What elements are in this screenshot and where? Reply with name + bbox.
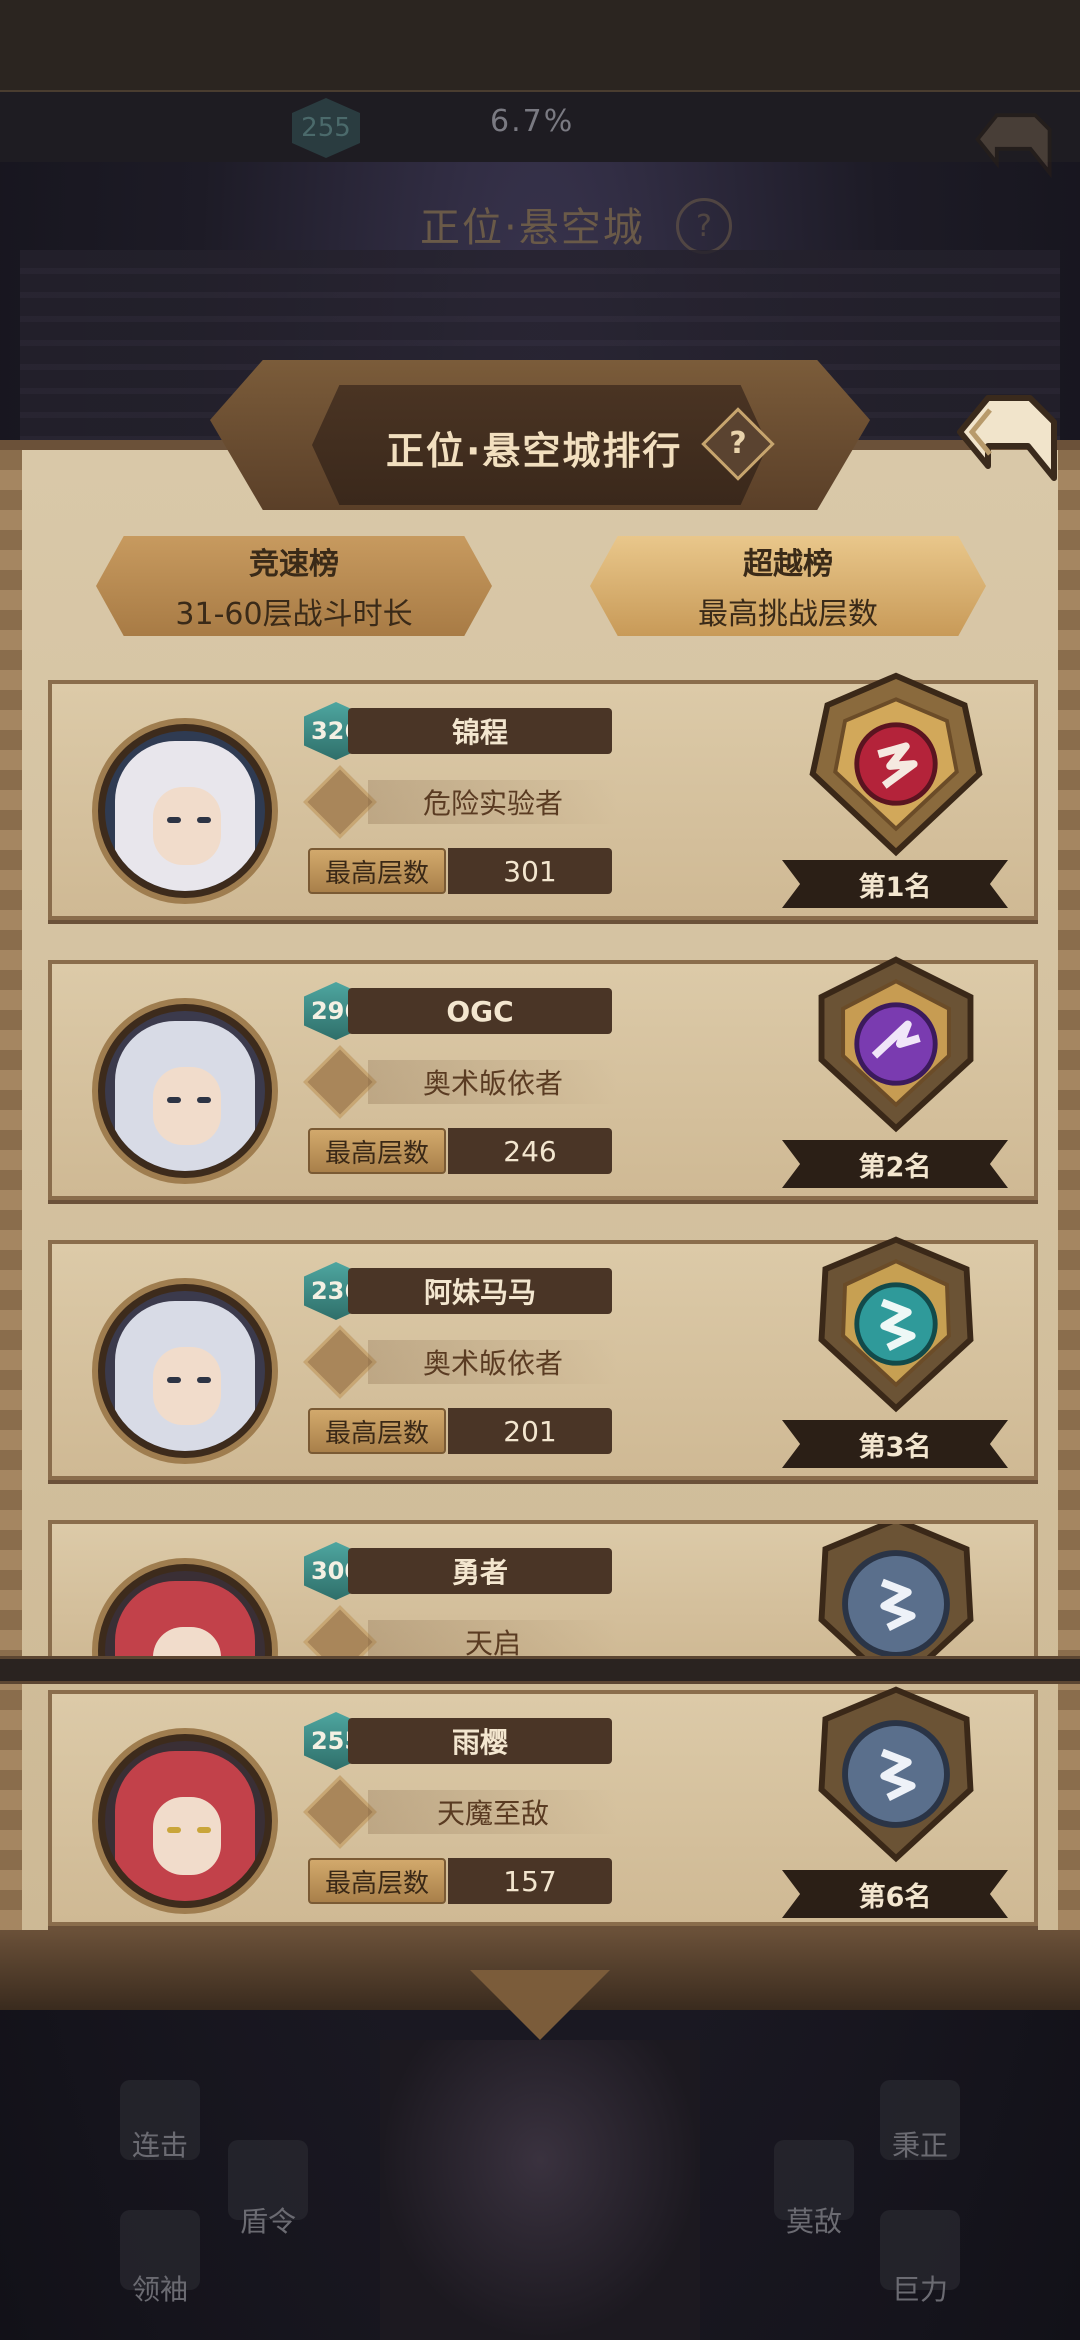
player-title: 天魔至敌 [368,1790,618,1834]
title-emblem-icon [303,1045,377,1119]
avatar [105,1741,265,1901]
player-title: 奥术皈依者 [368,1060,618,1104]
avatar [105,731,265,891]
player-name: OGC [348,988,612,1034]
self-rank-row[interactable]: 255 雨樱 天魔至敌 最高层数 157 第6名 [48,1686,1038,1926]
hero-silhouette [380,2040,700,2340]
tab-speed-rank-subtitle: 31-60层战斗时长 [175,597,413,632]
player-name: 阿妹马马 [348,1268,612,1314]
rank-row-1[interactable]: 326 锦程 危险实验者 最高层数 301 第1名 [48,672,1038,920]
avatar-face [153,1797,221,1875]
player-title: 奥术皈依者 [368,1340,618,1384]
stat-label: 最高层数 [308,1408,446,1454]
avatar-face [153,1347,221,1425]
avatar-eye [197,1097,211,1103]
player-name: 雨樱 [348,1718,612,1764]
rank-label: 第2名 [782,1140,1008,1188]
player-title: 危险实验者 [368,780,618,824]
rank-crest-icon [818,1686,974,1863]
back-button[interactable] [950,380,1070,500]
stat-label: 最高层数 [308,1128,446,1174]
title-emblem-icon [303,765,377,839]
stat-value: 246 [448,1128,612,1174]
player-name: 勇者 [348,1548,612,1594]
rank-crest-icon [809,672,983,857]
rank-crest-icon [818,1524,974,1660]
help-icon: ? [729,426,747,461]
player-name: 锦程 [348,708,612,754]
stat-label: 最高层数 [308,848,446,894]
avatar [105,1571,265,1660]
avatar-face [153,787,221,865]
stat-value: 157 [448,1858,612,1904]
skill-label: 秉正 [892,2129,949,2162]
progress-text: 6.7% [490,104,575,139]
avatar [105,1011,265,1171]
background-back-icon [975,113,1052,179]
stat-value: 201 [448,1408,612,1454]
skill-label: 盾令 [240,2205,297,2238]
panel-title: 正位·悬空城排行 [386,429,683,473]
title-emblem-icon [303,1775,377,1849]
avatar-eye [167,1827,181,1833]
tab-surpass-rank-subtitle: 最高挑战层数 [698,597,878,632]
avatar [105,1291,265,1451]
rank-row-4[interactable]: 300 勇者 天启 [48,1520,1038,1660]
tab-surpass-rank[interactable]: 超越榜 最高挑战层数 [590,536,986,636]
rank-label: 第3名 [782,1420,1008,1468]
rank-label: 第6名 [782,1870,1008,1918]
avatar-frame [92,998,278,1184]
rank-label: 第1名 [782,860,1008,908]
background-help-icon: ? [676,198,732,254]
top-bar [0,0,1080,92]
stat-value: 301 [448,848,612,894]
tab-speed-rank[interactable]: 竞速榜 31-60层战斗时长 [96,536,492,636]
avatar-eye [167,817,181,823]
avatar-eye [197,1827,211,1833]
rank-crest-icon [818,1236,974,1413]
avatar-frame [92,1728,278,1914]
rank-crest-icon [818,956,974,1133]
title-emblem-icon [303,1605,377,1660]
rank-row-3[interactable]: 236 阿妹马马 奥术皈依者 最高层数 201 第3名 [48,1236,1038,1480]
title-emblem-icon [303,1325,377,1399]
avatar-eye [167,1097,181,1103]
avatar-frame [92,1558,278,1660]
skill-label: 莫敌 [786,2205,843,2238]
avatar-eye [197,817,211,823]
tab-surpass-rank-title: 超越榜 [743,547,833,582]
background-stage-title: 正位·悬空城 [420,205,645,251]
avatar-frame [92,1278,278,1464]
skill-label: 连击 [132,2129,189,2162]
skill-label: 领袖 [132,2273,189,2306]
tab-speed-rank-title: 竞速榜 [249,547,339,582]
avatar-eye [167,1377,181,1383]
rank-row-2[interactable]: 296 OGC 奥术皈依者 最高层数 246 第2名 [48,956,1038,1200]
skill-label: 巨力 [892,2273,949,2306]
stat-label: 最高层数 [308,1858,446,1904]
avatar-frame [92,718,278,904]
player-title: 天启 [368,1620,618,1660]
avatar-eye [197,1377,211,1383]
avatar-face [153,1067,221,1145]
